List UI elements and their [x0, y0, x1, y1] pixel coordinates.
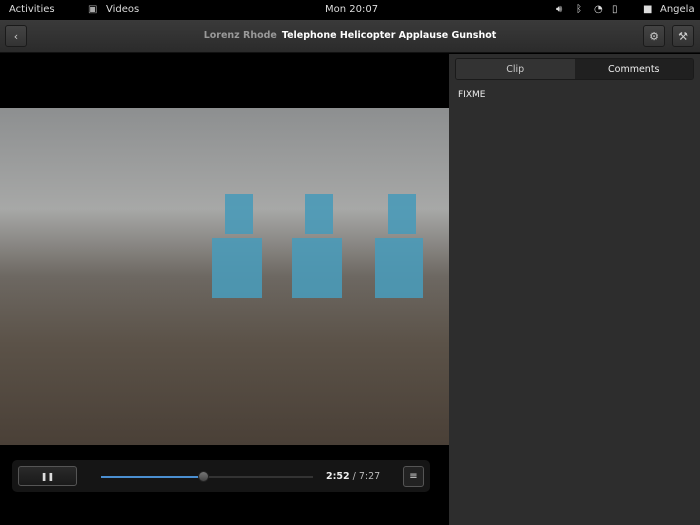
top-bar: Activities ▣ Videos Mon 20:07 🔊︎ ᛒ ◔ ▯ ■… — [0, 0, 700, 20]
activities-button[interactable]: Activities — [9, 4, 55, 15]
tab-comments[interactable]: Comments — [574, 59, 693, 79]
clip-title: Telephone Helicopter Applause Gunshot — [281, 30, 497, 41]
seek-handle[interactable] — [197, 471, 209, 482]
battery-icon[interactable]: ▯ — [612, 4, 618, 15]
sidebar-tabs: Clip Comments — [455, 58, 694, 80]
menu-icon: ≡ — [409, 471, 418, 482]
player-controls: ❚❚ 2:52 / 7:27 ≡ — [12, 460, 430, 492]
wifi-icon[interactable]: ◔ — [594, 4, 603, 15]
pause-icon: ❚❚ — [40, 471, 55, 481]
clock[interactable]: Mon 20:07 — [325, 4, 378, 15]
time-display: 2:52 / 7:27 — [326, 471, 380, 482]
volume-icon[interactable]: 🔊︎ — [556, 4, 562, 15]
bluetooth-icon[interactable]: ᛒ — [576, 4, 582, 15]
tab-clip[interactable]: Clip — [456, 59, 575, 79]
pause-button[interactable]: ❚❚ — [18, 466, 77, 486]
video-frame[interactable] — [0, 108, 449, 445]
gear-icon: ⚙ — [649, 29, 659, 43]
total-time: / 7:27 — [352, 471, 381, 482]
tools-icon: ⚒ — [678, 29, 688, 43]
user-menu[interactable]: Angela — [660, 4, 695, 15]
chat-icon[interactable]: ■ — [643, 4, 652, 15]
artist-name: Lorenz Rhode — [203, 30, 277, 41]
sidebar: Clip Comments FIXME — [449, 54, 700, 525]
tools-button[interactable]: ⚒ — [672, 25, 694, 47]
seek-progress — [101, 476, 203, 478]
seek-slider[interactable] — [101, 471, 313, 482]
current-time: 2:52 — [326, 471, 350, 482]
settings-button[interactable]: ⚙ — [643, 25, 665, 47]
sidebar-content: FIXME — [458, 90, 486, 100]
videos-app-icon: ▣ — [88, 4, 98, 15]
menu-button[interactable]: ≡ — [403, 466, 424, 487]
video-title: Lorenz Rhode Telephone Helicopter Applaus… — [0, 30, 700, 41]
header-bar: ‹ Lorenz Rhode Telephone Helicopter Appla… — [0, 20, 700, 53]
app-menu[interactable]: Videos — [106, 4, 139, 15]
